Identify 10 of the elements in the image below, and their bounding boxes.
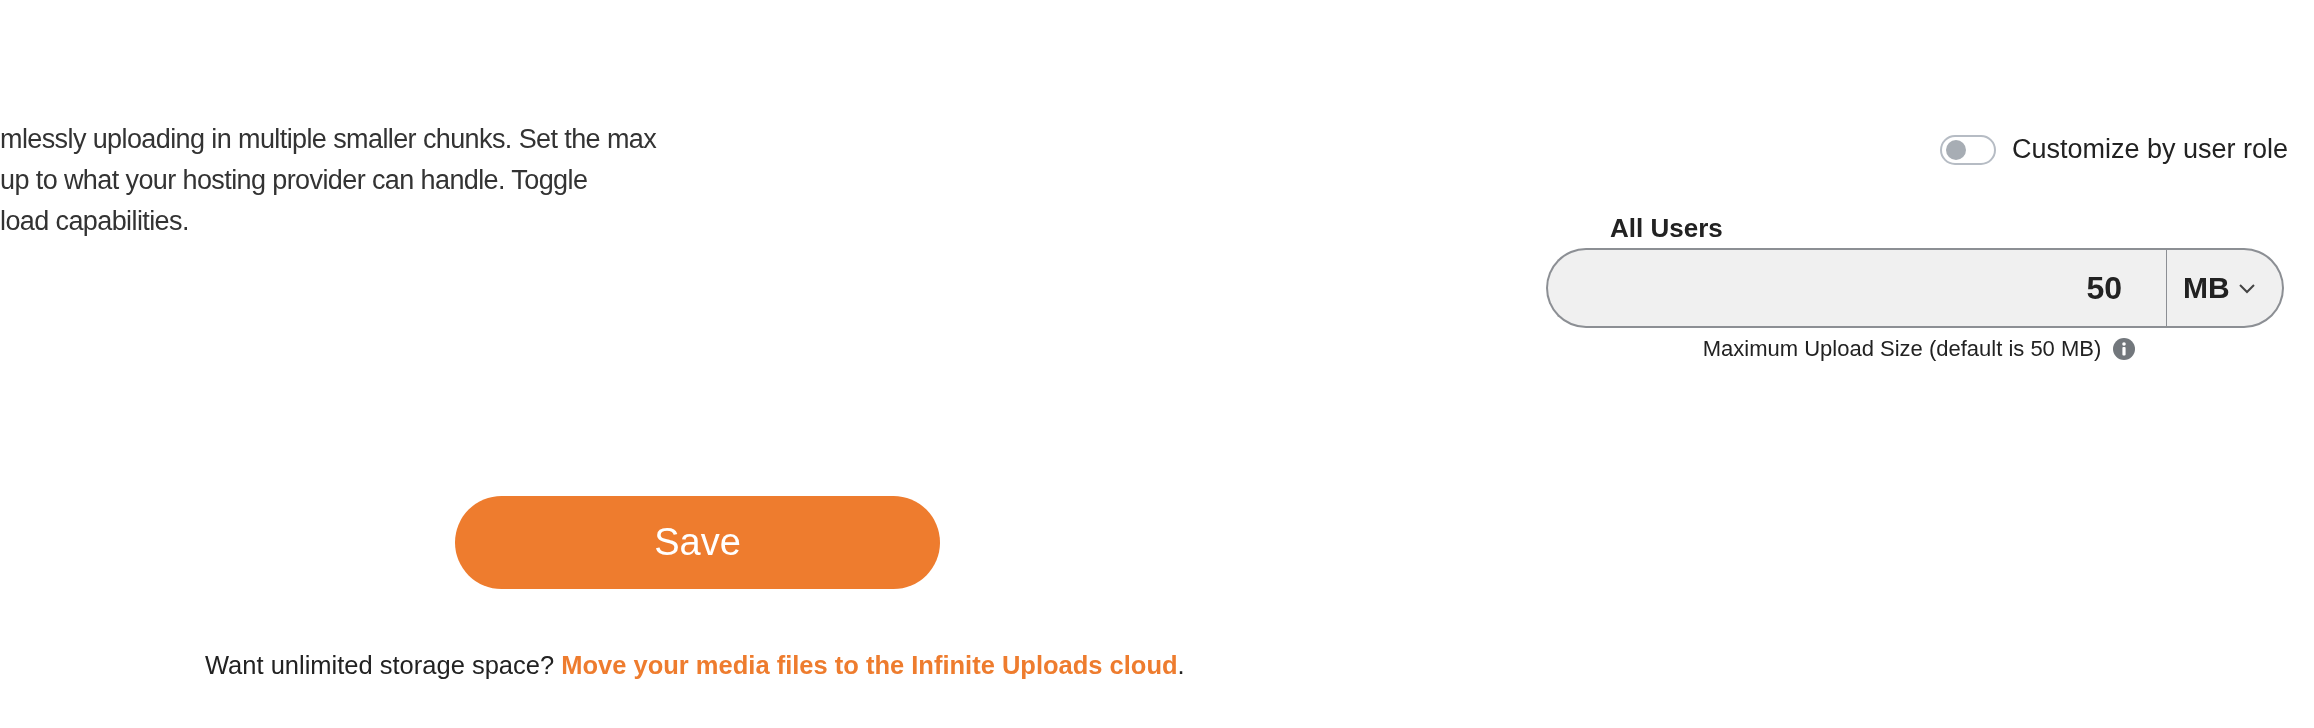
description-text: mlessly uploading in multiple smaller chunks. Set the max up to what your hosting provider can handle. Toggle load capabilities. — [0, 123, 658, 238]
help-text: Maximum Upload Size (default is 50 MB) — [1702, 336, 2102, 362]
size-input-field[interactable]: 50 — [1546, 248, 2166, 328]
chevron-down-icon — [2237, 282, 2256, 294]
field-label: All Users — [1610, 213, 1724, 244]
toggle-label: Customize by user role — [2011, 134, 2288, 165]
info-icon[interactable] — [2113, 338, 2136, 360]
unit-dropdown[interactable]: MB — [2166, 248, 2284, 328]
footer-text: Want unlimited storage space? Move your media files to the Infinite Uploads cloud. — [205, 651, 1186, 680]
role-toggle[interactable] — [1939, 134, 1996, 165]
